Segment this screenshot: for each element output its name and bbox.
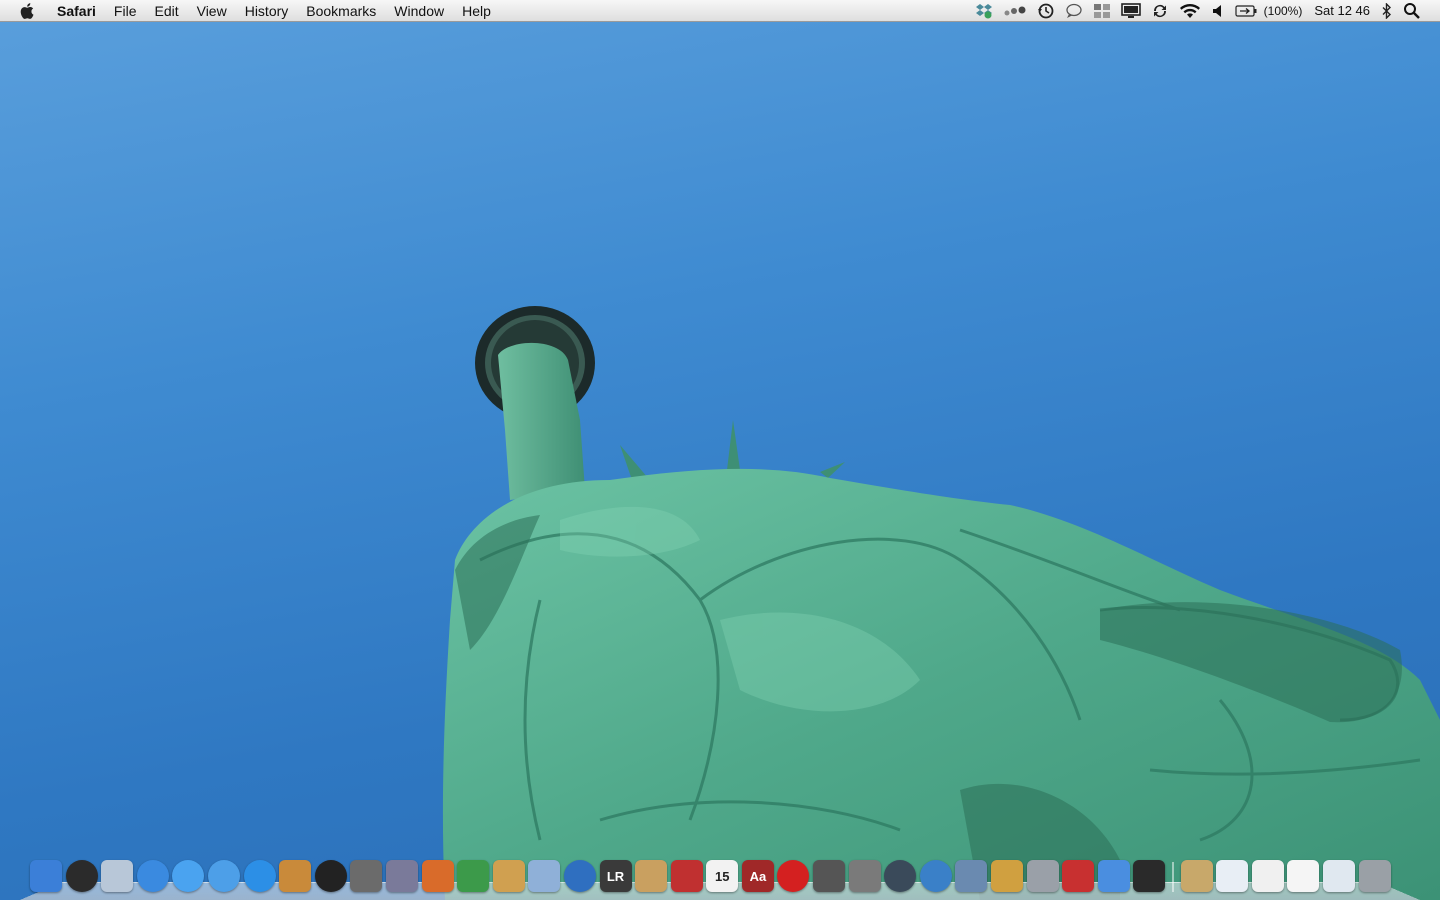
dock-item-gear-icon[interactable] xyxy=(848,860,881,892)
menu-history[interactable]: History xyxy=(236,0,298,22)
dock-item-dropbox-icon[interactable] xyxy=(1097,860,1130,892)
dock-item-lightroom-icon[interactable]: LR xyxy=(599,860,632,892)
dock-item-pages-icon[interactable] xyxy=(492,860,525,892)
dock-item-safari-compass-icon[interactable] xyxy=(136,860,169,892)
activity-dots-icon[interactable] xyxy=(1003,0,1027,22)
dock-item-document-icon[interactable] xyxy=(1287,860,1320,892)
menu-bar-extras: (100%) Sat 12 46 xyxy=(970,0,1440,22)
dock-item-label: 15 xyxy=(715,868,730,884)
dock: LR 15 Aa xyxy=(20,858,1420,900)
volume-icon[interactable] xyxy=(1211,0,1225,22)
battery-icon[interactable] xyxy=(1235,0,1257,22)
dock-item-movie-file-icon[interactable] xyxy=(1216,860,1249,892)
dock-item-preview-icon[interactable] xyxy=(528,860,561,892)
menu-help[interactable]: Help xyxy=(453,0,500,22)
sync-icon[interactable] xyxy=(1151,0,1169,22)
dock-item-folder-icon[interactable] xyxy=(1180,860,1213,892)
menu-bar: Safari File Edit View History Bookmarks … xyxy=(0,0,1440,22)
menu-clock[interactable]: Sat 12 46 xyxy=(1314,3,1370,18)
dock-item-time-machine-icon[interactable] xyxy=(884,860,917,892)
dock-item-mail-icon[interactable] xyxy=(101,860,134,892)
dock-item-speaker-icon[interactable] xyxy=(1133,860,1166,892)
menu-bar-left: Safari File Edit View History Bookmarks … xyxy=(0,0,500,22)
spaces-icon[interactable] xyxy=(1093,0,1111,22)
display-icon[interactable] xyxy=(1120,0,1141,22)
dock-item-keynote-icon[interactable] xyxy=(421,860,454,892)
dock-item-imovie-icon[interactable] xyxy=(350,860,383,892)
dock-item-iphoto-icon[interactable] xyxy=(279,860,312,892)
dropbox-status-icon[interactable] xyxy=(975,0,993,22)
dock-item-dictionary-icon[interactable]: Aa xyxy=(741,860,774,892)
menu-app-name[interactable]: Safari xyxy=(48,0,105,22)
dock-item-script-icon[interactable] xyxy=(385,860,418,892)
dock-item-label: Aa xyxy=(749,868,767,884)
dock-item-network-icon[interactable] xyxy=(955,860,988,892)
dock-item-dashboard-icon[interactable] xyxy=(65,860,98,892)
dock-separator xyxy=(1172,862,1174,892)
spotlight-search-icon[interactable] xyxy=(1403,0,1421,22)
menu-view[interactable]: View xyxy=(188,0,236,22)
dock-item-parallels-icon[interactable] xyxy=(1062,860,1095,892)
menu-bookmarks[interactable]: Bookmarks xyxy=(297,0,385,22)
dock-item-tools-icon[interactable] xyxy=(1026,860,1059,892)
dock-item-screen-icon[interactable] xyxy=(813,860,846,892)
menu-file[interactable]: File xyxy=(105,0,146,22)
dock-item-address-book-icon[interactable] xyxy=(635,860,668,892)
dock-item-numbers-icon[interactable] xyxy=(457,860,490,892)
apple-menu-icon[interactable] xyxy=(18,2,38,20)
chat-bubble-icon[interactable] xyxy=(1065,0,1083,22)
wifi-icon[interactable] xyxy=(1179,0,1201,22)
menu-window[interactable]: Window xyxy=(385,0,453,22)
dock-item-globe-icon[interactable] xyxy=(919,860,952,892)
dock-item-photo-booth-icon[interactable] xyxy=(670,860,703,892)
dock-item-trash-icon[interactable] xyxy=(1358,860,1391,892)
dock-item-photo-editor-icon[interactable] xyxy=(991,860,1024,892)
dock-item-pdf-file-icon[interactable] xyxy=(1251,860,1284,892)
dock-item-aperture-icon[interactable] xyxy=(314,860,347,892)
dock-item-quicktime-icon[interactable] xyxy=(243,860,276,892)
dock-item-finder-icon[interactable] xyxy=(30,860,62,892)
bluetooth-icon[interactable] xyxy=(1381,0,1393,22)
desktop-wallpaper xyxy=(442,306,1440,900)
dock-item-itunes-icon[interactable] xyxy=(207,860,240,892)
menu-edit[interactable]: Edit xyxy=(145,0,187,22)
dock-icons: LR 15 Aa xyxy=(30,858,1410,892)
dock-item-ichat-icon[interactable] xyxy=(172,860,205,892)
dock-item-downloads-icon[interactable] xyxy=(1322,860,1355,892)
battery-percent: (100%) xyxy=(1263,3,1303,18)
dock-item-calendar-icon[interactable]: 15 xyxy=(706,860,739,892)
dock-item-record-icon[interactable] xyxy=(777,860,810,892)
time-machine-menu-icon[interactable] xyxy=(1037,0,1055,22)
dock-item-camera-icon[interactable] xyxy=(563,860,596,892)
dock-item-label: LR xyxy=(606,868,625,884)
